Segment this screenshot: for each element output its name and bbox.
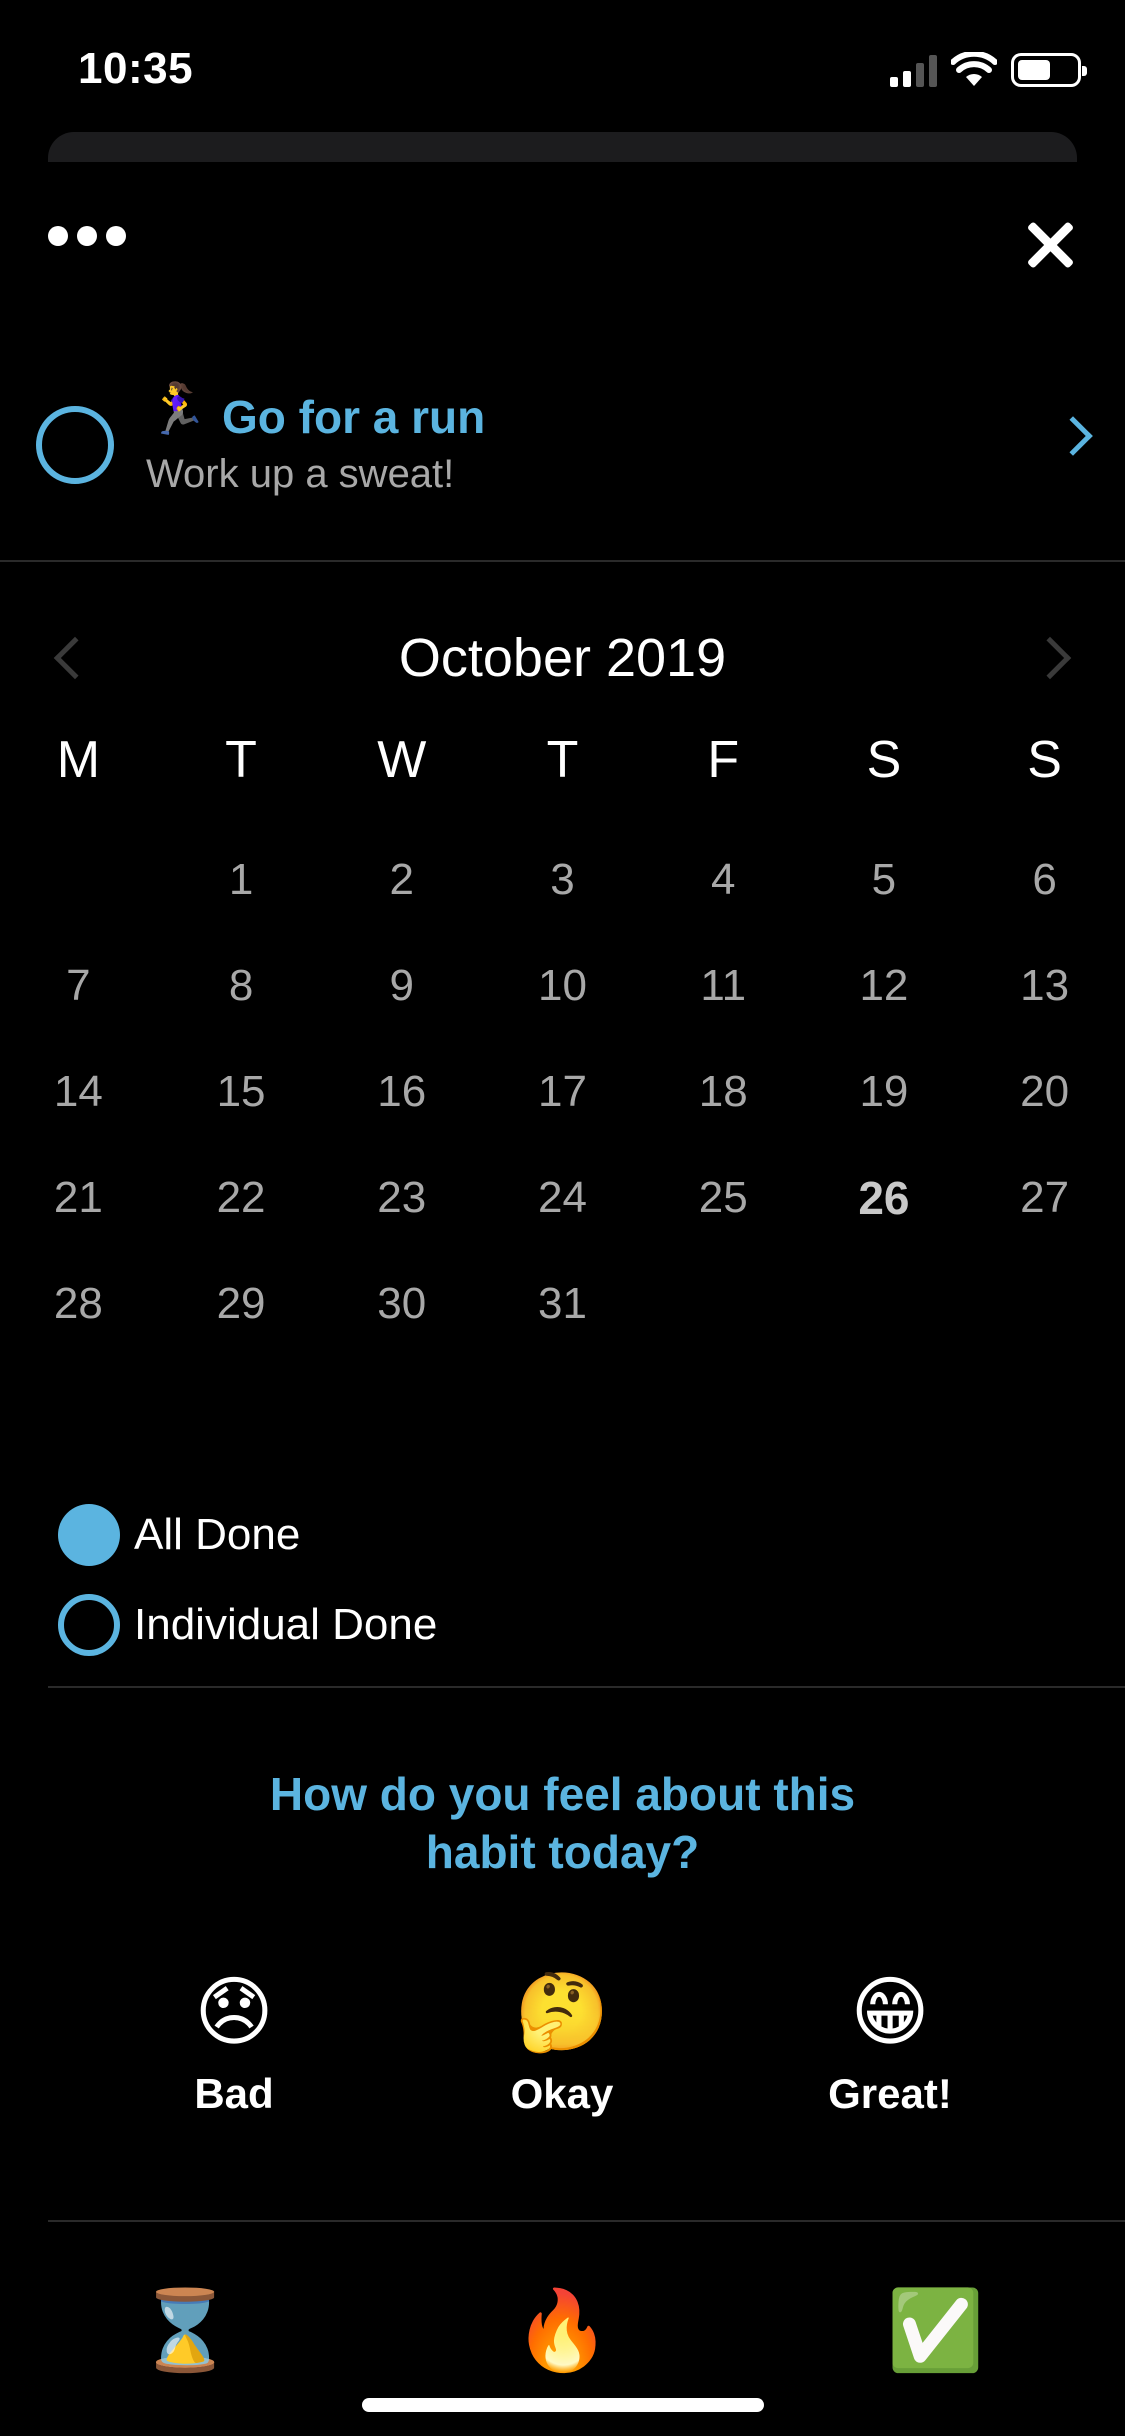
more-options-button[interactable] xyxy=(48,226,126,246)
dot-icon xyxy=(77,226,97,246)
calendar-day[interactable]: 20 xyxy=(964,1062,1125,1168)
weekday-label: M xyxy=(56,731,101,789)
divider xyxy=(0,560,1125,562)
divider xyxy=(48,1686,1125,1688)
calendar-day[interactable]: 30 xyxy=(321,1274,482,1380)
calendar-day[interactable]: 26 xyxy=(804,1168,965,1274)
habit-complete-checkbox[interactable] xyxy=(36,406,114,484)
calendar-day[interactable]: 24 xyxy=(482,1168,643,1274)
calendar-day[interactable]: 25 xyxy=(643,1168,804,1274)
grinning-face-icon: 😁 xyxy=(850,1970,930,2055)
dot-icon xyxy=(106,226,126,246)
calendar-day-empty xyxy=(804,1274,965,1380)
weekday-label: S xyxy=(1027,731,1062,789)
calendar-day[interactable]: 29 xyxy=(161,1274,322,1380)
legend-label: Individual Done xyxy=(134,1600,438,1649)
cellular-signal-icon xyxy=(890,53,937,87)
calendar-day[interactable]: 5 xyxy=(804,850,965,956)
calendar-weekday-row: M T W T F S S xyxy=(0,730,1125,790)
thinking-face-icon: 🤔 xyxy=(514,1970,610,2055)
feeling-question-text: How do you feel about this habit today? xyxy=(269,1768,856,1878)
calendar-day[interactable]: 6 xyxy=(964,850,1125,956)
calendar-day[interactable]: 2 xyxy=(321,850,482,956)
divider xyxy=(48,2220,1125,2222)
calendar-day[interactable]: 8 xyxy=(161,956,322,1062)
calendar-header: October 2019 xyxy=(0,625,1125,695)
weekday-label: W xyxy=(377,731,427,789)
calendar-day[interactable]: 21 xyxy=(0,1168,159,1274)
wifi-icon xyxy=(951,52,997,86)
outline-circle-icon xyxy=(58,1594,120,1656)
calendar-day[interactable]: 23 xyxy=(321,1168,482,1274)
filled-circle-icon xyxy=(58,1504,120,1566)
legend-item-all-done: All Done xyxy=(58,1490,437,1580)
runner-icon: 🏃‍♀️ xyxy=(146,381,209,437)
status-time: 10:35 xyxy=(78,44,194,93)
fire-icon: 🔥 xyxy=(513,2286,611,2374)
calendar-day[interactable]: 31 xyxy=(482,1274,643,1380)
mood-selector: 😞 Bad 🤔 Okay 😁 Great! xyxy=(0,1968,1125,2128)
status-icons xyxy=(890,48,1087,92)
mood-label: Okay xyxy=(510,2070,614,2117)
disappointed-face-icon: 😞 xyxy=(194,1970,274,2055)
legend-label: All Done xyxy=(134,1510,301,1559)
calendar-day[interactable]: 18 xyxy=(643,1062,804,1168)
calendar-day[interactable]: 12 xyxy=(804,956,965,1062)
weekday-label: T xyxy=(225,731,257,789)
close-button[interactable] xyxy=(1025,220,1075,270)
home-indicator[interactable] xyxy=(362,2398,764,2412)
calendar-day-empty xyxy=(964,1274,1125,1380)
calendar-day[interactable]: 11 xyxy=(643,956,804,1062)
calendar-day[interactable]: 13 xyxy=(964,956,1125,1062)
calendar-day[interactable]: 15 xyxy=(161,1062,322,1168)
feeling-question: How do you feel about this habit today? xyxy=(0,1765,1125,1881)
calendar-month-title: October 2019 xyxy=(398,628,727,688)
hourglass-icon: ⌛ xyxy=(136,2286,234,2374)
habit-subtitle: Work up a sweat! xyxy=(146,452,455,496)
calendar-day[interactable]: 27 xyxy=(964,1168,1125,1274)
habit-title: Go for a run xyxy=(222,391,486,443)
calendar-day[interactable]: 10 xyxy=(482,956,643,1062)
bottom-tab-bar: ⌛ 🔥 ✅ xyxy=(0,2280,1125,2380)
calendar-day[interactable]: 28 xyxy=(0,1274,159,1380)
dot-icon xyxy=(48,226,68,246)
check-mark-icon: ✅ xyxy=(886,2286,984,2374)
weekday-label: T xyxy=(546,731,579,789)
calendar-day[interactable]: 9 xyxy=(321,956,482,1062)
legend-item-individual-done: Individual Done xyxy=(58,1580,437,1670)
calendar-days-grid: 1 2 3 4 5 6 7 8 9 10 11 12 13 14 15 16 17 18 19 20 21 22 23 24 2… xyxy=(0,850,1125,1380)
calendar-day[interactable]: 17 xyxy=(482,1062,643,1168)
calendar-day[interactable]: 16 xyxy=(321,1062,482,1168)
calendar-day-empty xyxy=(643,1274,804,1380)
tab-hourglass[interactable]: ⌛ xyxy=(130,2280,240,2380)
sheet-background-card xyxy=(48,132,1077,162)
calendar-day-empty xyxy=(0,850,159,956)
tab-streak[interactable]: 🔥 xyxy=(507,2280,617,2380)
mood-label: Great! xyxy=(828,2070,952,2117)
calendar-day[interactable]: 7 xyxy=(0,956,159,1062)
weekday-label: F xyxy=(707,731,740,789)
calendar-day[interactable]: 19 xyxy=(804,1062,965,1168)
tab-done[interactable]: ✅ xyxy=(880,2280,990,2380)
weekday-label: S xyxy=(866,731,902,789)
battery-icon xyxy=(1011,53,1087,87)
calendar-day[interactable]: 22 xyxy=(161,1168,322,1274)
chevron-right-icon[interactable] xyxy=(1053,416,1093,456)
mood-okay-button[interactable]: 🤔 Okay xyxy=(452,1968,672,2118)
calendar-day[interactable]: 4 xyxy=(643,850,804,956)
calendar-legend: All Done Individual Done xyxy=(58,1490,437,1670)
calendar-day[interactable]: 1 xyxy=(161,850,322,956)
calendar-day[interactable]: 14 xyxy=(0,1062,159,1168)
mood-great-button[interactable]: 😁 Great! xyxy=(780,1968,1000,2118)
calendar-day[interactable]: 3 xyxy=(482,850,643,956)
mood-label: Bad xyxy=(194,2070,274,2117)
mood-bad-button[interactable]: 😞 Bad xyxy=(124,1968,344,2118)
habit-row[interactable]: 🏃‍♀️ Go for a run Work up a sweat! xyxy=(0,370,1125,520)
